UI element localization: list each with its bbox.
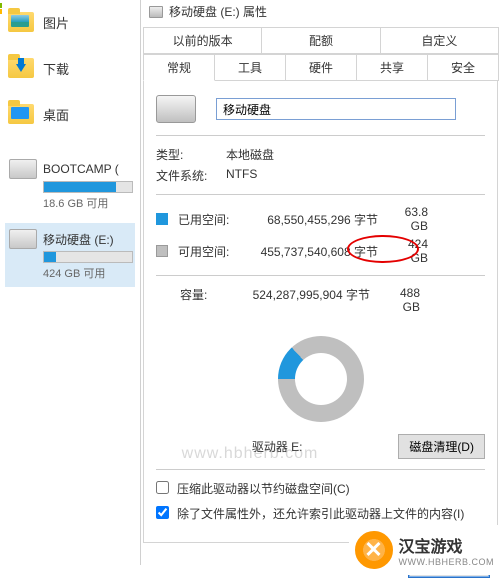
compress-checkbox-row[interactable]: 压缩此驱动器以节约磁盘空间(C) [156, 480, 485, 497]
drive-usage-bar [43, 181, 133, 193]
tab-hardware[interactable]: 硬件 [285, 54, 357, 81]
tab-customize[interactable]: 自定义 [380, 27, 499, 54]
sidebar-item-desktop[interactable]: 桌面 [5, 100, 135, 128]
drive-subtext: 424 GB 可用 [43, 265, 131, 281]
used-space-hr: 63.8 GB [378, 205, 428, 233]
drive-icon [149, 6, 163, 18]
drive-name: 移动硬盘 (E:) [43, 231, 114, 248]
tab-general[interactable]: 常规 [143, 54, 215, 81]
dialog-titlebar: 移动硬盘 (E:) 属性 [141, 0, 500, 23]
drive-letter-label: 驱动器 E: [252, 438, 303, 455]
used-space-swatch [156, 213, 168, 225]
windows-icon [0, 2, 2, 14]
tab-sharing[interactable]: 共享 [356, 54, 428, 81]
sidebar-label: 桌面 [43, 105, 69, 124]
free-space-bytes: 455,737,540,608 字节 [238, 243, 378, 260]
drive-item-bootcamp[interactable]: BOOTCAMP ( 18.6 GB 可用 [5, 153, 135, 217]
dialog-title: 移动硬盘 (E:) 属性 [169, 3, 267, 20]
type-value: 本地磁盘 [226, 146, 274, 163]
brand-name-cn: 汉宝游戏 [399, 533, 495, 557]
downloads-icon [7, 56, 35, 80]
tab-row-bottom: 常规 工具 硬件 共享 安全 [143, 54, 498, 81]
compress-checkbox[interactable] [156, 481, 169, 494]
type-label: 类型: [156, 146, 226, 163]
tab-quota[interactable]: 配额 [261, 27, 380, 54]
volume-name-input[interactable] [216, 98, 456, 120]
index-checkbox-row[interactable]: 除了文件属性外，还允许索引此驱动器上文件的内容(I) [156, 505, 485, 522]
tab-security[interactable]: 安全 [427, 54, 499, 81]
drive-subtext: 18.6 GB 可用 [43, 195, 131, 211]
drive-item-removable[interactable]: 移动硬盘 (E:) 424 GB 可用 [5, 223, 135, 287]
usage-donut-chart [156, 324, 485, 434]
drive-name: BOOTCAMP ( [43, 162, 119, 176]
tab-tools[interactable]: 工具 [214, 54, 286, 81]
used-space-label: 已用空间: [178, 211, 238, 228]
drive-usage-bar [43, 251, 133, 263]
properties-dialog: 移动硬盘 (E:) 属性 以前的版本 配额 自定义 常规 工具 硬件 共享 安全… [140, 0, 500, 565]
free-space-label: 可用空间: [178, 243, 238, 260]
tab-row-top: 以前的版本 配额 自定义 [143, 27, 498, 54]
drive-list: BOOTCAMP ( 18.6 GB 可用 移动硬盘 (E:) 424 GB 可… [5, 153, 135, 287]
capacity-bytes: 524,287,995,904 字节 [230, 286, 370, 314]
divider [156, 469, 485, 470]
desktop-icon [7, 102, 35, 126]
filesystem-value: NTFS [226, 167, 257, 184]
drive-icon [9, 229, 37, 249]
divider [156, 275, 485, 276]
brand-logo-icon: ✕ [355, 531, 393, 569]
index-checkbox[interactable] [156, 506, 169, 519]
tab-general-content: 类型: 本地磁盘 文件系统: NTFS 已用空间: 68,550,455,296… [143, 80, 498, 543]
divider [156, 135, 485, 136]
brand-badge: ✕ 汉宝游戏 WWW.HBHERB.COM [349, 525, 500, 575]
free-space-swatch [156, 245, 168, 257]
compress-label: 压缩此驱动器以节约磁盘空间(C) [177, 480, 350, 497]
sidebar-label: 图片 [43, 13, 69, 32]
explorer-sidebar: 图片 下载 桌面 BOOTCAMP ( 18.6 GB 可用 移动硬盘 (E:)… [0, 0, 140, 575]
divider [156, 194, 485, 195]
brand-name-en: WWW.HBHERB.COM [399, 557, 495, 567]
sidebar-item-pictures[interactable]: 图片 [5, 8, 135, 36]
disk-cleanup-button[interactable]: 磁盘清理(D) [398, 434, 485, 459]
capacity-label: 容量: [180, 286, 230, 314]
index-label: 除了文件属性外，还允许索引此驱动器上文件的内容(I) [177, 505, 464, 522]
sidebar-item-downloads[interactable]: 下载 [5, 54, 135, 82]
capacity-hr: 488 GB [370, 286, 420, 314]
drive-icon-large [156, 95, 196, 123]
used-space-bytes: 68,550,455,296 字节 [238, 211, 378, 228]
free-space-hr: 424 GB [378, 237, 428, 265]
filesystem-label: 文件系统: [156, 167, 226, 184]
drive-icon [9, 159, 37, 179]
sidebar-label: 下载 [43, 59, 69, 78]
tab-previous-versions[interactable]: 以前的版本 [143, 27, 262, 54]
pictures-icon [7, 10, 35, 34]
